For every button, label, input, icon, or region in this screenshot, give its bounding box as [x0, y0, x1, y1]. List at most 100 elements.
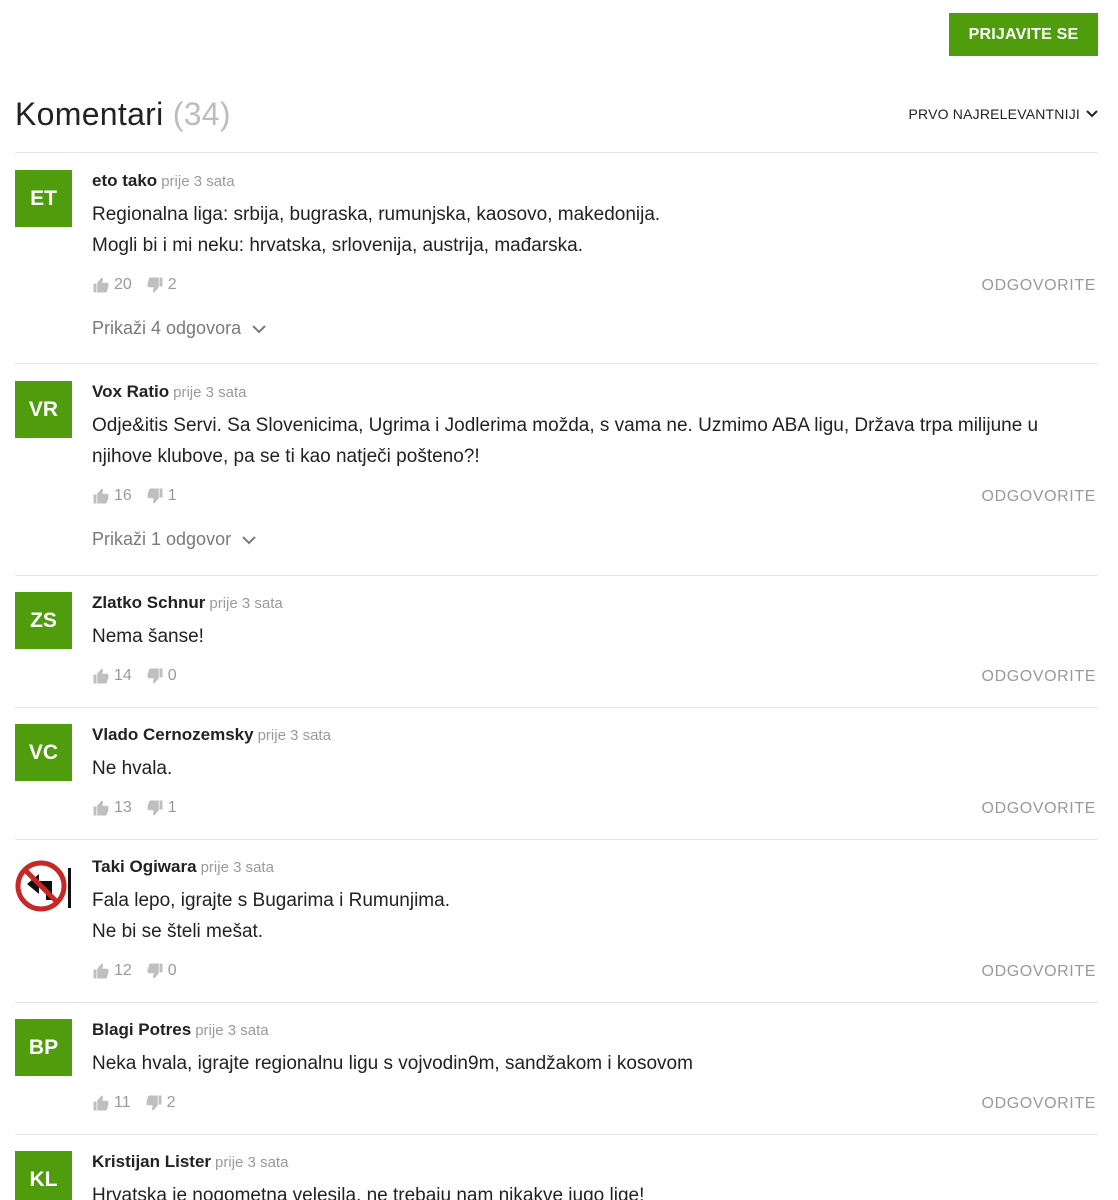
like-button[interactable]: 14 [92, 667, 132, 685]
dislike-button[interactable]: 0 [146, 962, 177, 980]
like-button[interactable]: 13 [92, 799, 132, 817]
sort-dropdown[interactable]: PRVO NAJRELEVANTNIJI [908, 106, 1098, 122]
comment-author[interactable]: Taki Ogiwara [92, 857, 197, 876]
comment-time: prije 3 sata [200, 859, 274, 876]
dislike-count: 0 [167, 962, 177, 979]
like-count: 20 [114, 276, 132, 293]
reply-button[interactable]: ODGOVORITE [982, 668, 1096, 686]
like-button[interactable]: 12 [92, 962, 132, 980]
comment: VC Vlado Cernozemsky prije 3 sata Ne hval… [15, 708, 1098, 840]
dislike-button[interactable]: 0 [146, 667, 177, 685]
like-button[interactable]: 20 [92, 276, 132, 294]
comment-text: Odje&itis Servi. Sa Slovenicima, Ugrima … [92, 410, 1082, 472]
like-count: 11 [114, 1094, 131, 1111]
chevron-down-icon [1086, 110, 1098, 118]
avatar: ET [15, 170, 72, 227]
avatar: KL [15, 1151, 72, 1200]
comment: ET eto tako prije 3 sata Regionalna liga:… [15, 153, 1098, 364]
comment: BP Blagi Potres prije 3 sata Neka hvala, … [15, 1003, 1098, 1135]
thumbs-up-icon [93, 963, 109, 979]
comment-line: Ne hvala. [92, 758, 173, 779]
dislike-button[interactable]: 1 [146, 487, 177, 505]
avatar [15, 856, 72, 913]
comment-line: Regionalna liga: srbija, bugraska, rumun… [92, 204, 661, 225]
comment-time: prije 3 sata [161, 173, 235, 190]
dislike-button[interactable]: 1 [146, 799, 177, 817]
comment-line: Neka hvala, igrajte regionalnu ligu s vo… [92, 1053, 693, 1074]
dislike-button[interactable]: 2 [146, 276, 177, 294]
comment-author[interactable]: Zlatko Schnur [92, 593, 205, 612]
dislike-count: 0 [167, 667, 177, 684]
thumbs-down-icon [146, 1095, 162, 1111]
comment-text: Neka hvala, igrajte regionalnu ligu s vo… [92, 1048, 1082, 1079]
show-replies-button[interactable]: Prikaži 1 odgovor [92, 529, 257, 550]
reply-button[interactable]: ODGOVORITE [982, 488, 1096, 506]
comment-line: Nema šanse! [92, 626, 204, 647]
comment-line: Mogli bi i mi neku: hrvatska, srlovenija… [92, 235, 584, 256]
thumbs-up-icon [93, 488, 109, 504]
reply-button[interactable]: ODGOVORITE [982, 800, 1096, 818]
comment-time: prije 3 sata [209, 595, 283, 612]
like-count: 14 [114, 667, 132, 684]
chevron-down-icon [252, 324, 266, 333]
thumbs-down-icon [147, 800, 163, 816]
avatar: BP [15, 1019, 72, 1076]
comment-time: prije 3 sata [173, 384, 247, 401]
comment-text: Hrvatska je nogometna velesila, ne treba… [92, 1180, 1082, 1200]
comment-author[interactable]: Vox Ratio [92, 382, 169, 401]
comment-time: prije 3 sata [257, 727, 331, 744]
dislike-count: 2 [167, 276, 177, 293]
comment-author[interactable]: Blagi Potres [92, 1020, 191, 1039]
dislike-button[interactable]: 2 [145, 1094, 176, 1112]
comment: ZS Zlatko Schnur prije 3 sata Nema šanse!… [15, 576, 1098, 708]
like-count: 12 [114, 962, 132, 979]
comment: KL Kristijan Lister prije 3 sata Hrvatska… [15, 1135, 1098, 1200]
like-button[interactable]: 16 [92, 487, 132, 505]
reply-button[interactable]: ODGOVORITE [982, 277, 1096, 295]
comment-time: prije 3 sata [215, 1154, 289, 1171]
thumbs-up-icon [93, 800, 109, 816]
thumbs-down-icon [147, 963, 163, 979]
thumbs-down-icon [147, 488, 163, 504]
comment-line: Ne bi se šteli mešat. [92, 921, 264, 942]
comment: VR Vox Ratio prije 3 sata Odje&itis Servi… [15, 364, 1098, 576]
reply-button[interactable]: ODGOVORITE [982, 1095, 1096, 1113]
login-button[interactable]: PRIJAVITE SE [949, 13, 1098, 56]
thumbs-up-icon [93, 668, 109, 684]
comment-text: Nema šanse! [92, 621, 1082, 652]
reply-button[interactable]: ODGOVORITE [982, 963, 1096, 981]
comment-author[interactable]: eto tako [92, 171, 157, 190]
like-count: 16 [114, 487, 132, 504]
comments-header: Komentari (34) PRVO NAJRELEVANTNIJI [15, 90, 1098, 153]
thumbs-up-icon [93, 277, 109, 293]
avatar: VR [15, 381, 72, 438]
chevron-down-icon [242, 535, 256, 544]
comment-line: Odje&itis Servi. Sa Slovenicima, Ugrima … [92, 415, 1039, 467]
like-button[interactable]: 11 [92, 1094, 131, 1112]
show-replies-button[interactable]: Prikaži 4 odgovora [92, 318, 267, 339]
comments-title-text: Komentari [15, 96, 164, 132]
dislike-count: 1 [167, 487, 177, 504]
comment-line: Fala lepo, igrajte s Bugarima i Rumunjim… [92, 890, 450, 911]
comments-count: (34) [172, 96, 231, 132]
no-left-turn-sign-icon [15, 856, 72, 913]
dislike-count: 1 [167, 799, 177, 816]
thumbs-down-icon [147, 668, 163, 684]
avatar: ZS [15, 592, 72, 649]
comment-author[interactable]: Kristijan Lister [92, 1152, 211, 1171]
thumbs-up-icon [93, 1095, 109, 1111]
like-count: 13 [114, 799, 132, 816]
comment-text: Ne hvala. [92, 753, 1082, 784]
comment-time: prije 3 sata [195, 1022, 269, 1039]
dislike-count: 2 [166, 1094, 176, 1111]
show-replies-label: Prikaži 4 odgovora [92, 318, 242, 338]
comment-author[interactable]: Vlado Cernozemsky [92, 725, 254, 744]
comment-text: Fala lepo, igrajte s Bugarima i Rumunjim… [92, 885, 1082, 947]
show-replies-label: Prikaži 1 odgovor [92, 529, 232, 549]
comment-text: Regionalna liga: srbija, bugraska, rumun… [92, 199, 1082, 261]
comments-title: Komentari (34) [15, 96, 231, 133]
comment: Taki Ogiwara prije 3 sata Fala lepo, igra… [15, 840, 1098, 1003]
avatar: VC [15, 724, 72, 781]
thumbs-down-icon [147, 277, 163, 293]
sort-label: PRVO NAJRELEVANTNIJI [908, 106, 1080, 122]
